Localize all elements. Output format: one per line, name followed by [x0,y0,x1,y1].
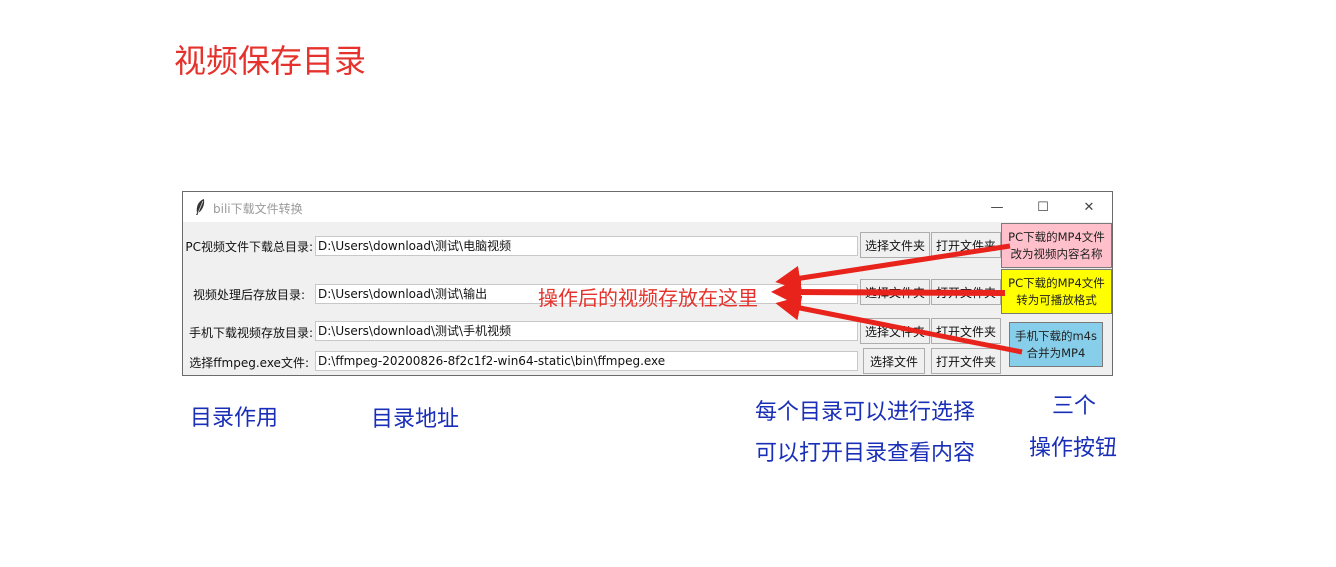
arrow-from-rename [775,243,1011,291]
arrow-from-merge [775,295,1023,355]
annotation-buttons-note-1: 三个 [1052,394,1097,419]
annotation-select-note-1: 每个目录可以进行选择 [755,400,976,425]
annotation-output-note: 操作后的视频存放在这里 [538,286,758,310]
arrow-from-convert [771,277,1006,308]
annotation-select-note-2: 可以打开目录查看内容 [755,441,976,466]
annotation-dir-address: 目录地址 [371,407,460,432]
annotation-buttons-note-2: 操作按钮 [1029,436,1118,461]
annotation-dir-purpose: 目录作用 [190,406,279,431]
